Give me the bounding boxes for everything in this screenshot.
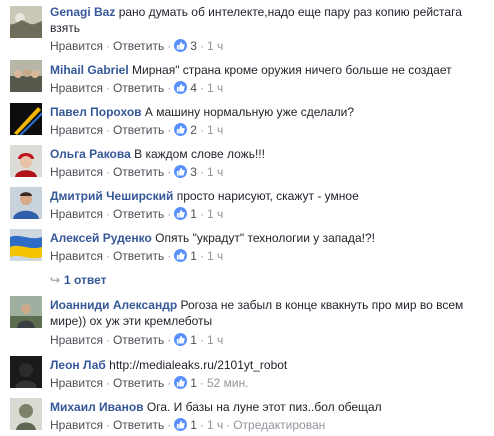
reply-button[interactable]: Ответить xyxy=(113,333,164,347)
comment-author[interactable]: Иоанниди Александр xyxy=(50,298,177,312)
like-count[interactable]: 3 xyxy=(190,39,197,53)
comment-author[interactable]: Genagi Baz xyxy=(50,5,115,19)
like-count[interactable]: 2 xyxy=(190,123,197,137)
comment-text: А машину нормальную уже сделали? xyxy=(144,105,355,119)
thumbs-up-icon xyxy=(174,333,188,346)
like-button[interactable]: Нравится xyxy=(50,249,103,263)
comment-author[interactable]: Алексей Руденко xyxy=(50,231,152,245)
statue-avatar-icon[interactable] xyxy=(10,398,42,430)
comment-actions: Нравится · Ответить · 1 · 1 ч · Отредактирован xyxy=(50,418,326,432)
comment-actions: Нравится · Ответить · 3 · 1 ч xyxy=(50,39,224,53)
like-button[interactable]: Нравится xyxy=(50,376,103,390)
timestamp[interactable]: 1 ч xyxy=(207,165,223,179)
like-count[interactable]: 4 xyxy=(190,81,197,95)
thumbs-up-icon xyxy=(174,81,188,94)
thumbs-up-icon xyxy=(174,249,188,262)
comment-author[interactable]: Леон Лаб xyxy=(50,358,106,372)
like-count[interactable]: 1 xyxy=(190,376,197,390)
comment-author[interactable]: Ольга Ракова xyxy=(50,147,131,161)
like-count[interactable]: 1 xyxy=(190,418,197,432)
comment-actions: Нравится · Ответить · 4 · 1 ч xyxy=(50,81,224,95)
like-button[interactable]: Нравится xyxy=(50,81,103,95)
thumbs-up-icon xyxy=(174,207,188,220)
timestamp[interactable]: 1 ч xyxy=(207,249,223,263)
reply-button[interactable]: Ответить xyxy=(113,207,164,221)
timestamp[interactable]: 1 ч xyxy=(207,207,223,221)
comment-text: В каждом слове ложь!!! xyxy=(134,147,265,161)
comment-actions: Нравится · Ответить · 1 · 1 ч xyxy=(50,333,224,347)
thumbs-up-icon xyxy=(174,418,188,431)
replies-count[interactable]: 1 ответ xyxy=(64,273,107,287)
like-count[interactable]: 1 xyxy=(190,249,197,263)
comment-author[interactable]: Михаил Иванов xyxy=(50,400,144,414)
reply-button[interactable]: Ответить xyxy=(113,376,164,390)
reply-button[interactable]: Ответить xyxy=(113,81,164,95)
ribbon-avatar-icon[interactable] xyxy=(10,103,42,135)
comment-actions: Нравится · Ответить · 2 · 1 ч xyxy=(50,123,224,137)
comment-actions: Нравится · Ответить · 1 · 1 ч xyxy=(50,207,224,221)
comment-text: просто нарисуют, скажут - умное xyxy=(176,189,359,203)
like-button[interactable]: Нравится xyxy=(50,39,103,53)
woman-red-hat-avatar-icon[interactable] xyxy=(10,145,42,177)
comment-author[interactable]: Павел Порохов xyxy=(50,105,142,119)
timestamp[interactable]: 1 ч xyxy=(207,333,223,347)
reply-button[interactable]: Ответить xyxy=(113,418,164,432)
dark-avatar-icon[interactable] xyxy=(10,356,42,388)
like-button[interactable]: Нравится xyxy=(50,418,103,432)
like-count[interactable]: 1 xyxy=(190,333,197,347)
reply-button[interactable]: Ответить xyxy=(113,249,164,263)
like-count[interactable]: 1 xyxy=(190,207,197,221)
reply-button[interactable]: Ответить xyxy=(113,123,164,137)
view-replies-link[interactable]: ↪ 1 ответ xyxy=(50,272,107,288)
like-button[interactable]: Нравится xyxy=(50,123,103,137)
thumbs-up-icon xyxy=(174,376,188,389)
reply-arrow-icon: ↪ xyxy=(50,273,61,287)
thumbs-up-icon xyxy=(174,123,188,136)
comment-link[interactable]: http://medialeaks.ru/2101yt_robot xyxy=(109,358,287,372)
comment-actions: Нравится · Ответить · 1 · 1 ч xyxy=(50,249,224,263)
reply-button[interactable]: Ответить xyxy=(113,165,164,179)
timestamp[interactable]: 1 ч xyxy=(207,81,223,95)
thumbs-up-icon xyxy=(174,39,188,52)
timestamp[interactable]: 1 ч xyxy=(207,123,223,137)
man-portrait-avatar-icon[interactable] xyxy=(10,187,42,219)
group-photo-avatar-icon[interactable] xyxy=(10,60,42,92)
thumbs-up-icon xyxy=(174,165,188,178)
comment-text: Ога. И базы на луне этот пиз..бол обещал xyxy=(146,400,382,414)
edited-label[interactable]: Отредактирован xyxy=(233,418,325,432)
timestamp[interactable]: 1 ч xyxy=(207,418,223,432)
comment-author[interactable]: Mihail Gabriel xyxy=(50,63,129,77)
like-button[interactable]: Нравится xyxy=(50,207,103,221)
flag-avatar-icon[interactable] xyxy=(10,229,42,261)
comment-actions: Нравится · Ответить · 1 · 52 мин. xyxy=(50,376,249,390)
landscape-avatar-icon[interactable] xyxy=(10,6,42,38)
comment-actions: Нравится · Ответить · 3 · 1 ч xyxy=(50,165,224,179)
reply-button[interactable]: Ответить xyxy=(113,39,164,53)
comment-author[interactable]: Дмитрий Чеширский xyxy=(50,189,173,203)
comment-text: Опять "украдут" технологии у запада!?! xyxy=(155,231,375,245)
timestamp[interactable]: 1 ч xyxy=(207,39,223,53)
timestamp[interactable]: 52 мин. xyxy=(207,376,249,390)
like-count[interactable]: 3 xyxy=(190,165,197,179)
outdoor-avatar-icon[interactable] xyxy=(10,296,42,328)
like-button[interactable]: Нравится xyxy=(50,333,103,347)
comment-text: Мирная" страна кроме оружия ничего больш… xyxy=(132,63,452,77)
like-button[interactable]: Нравится xyxy=(50,165,103,179)
